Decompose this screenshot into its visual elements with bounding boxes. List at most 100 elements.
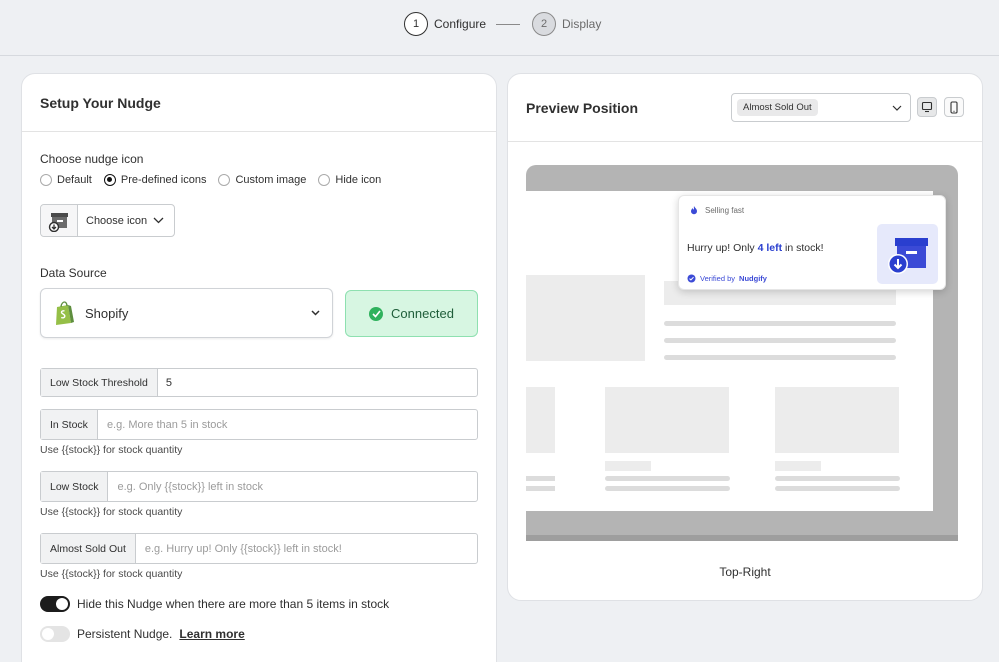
nudge-message-post: in stock! — [782, 242, 824, 254]
flame-icon — [691, 206, 697, 215]
connected-status-badge: Connected — [345, 290, 478, 337]
verified-text: Verified by — [700, 274, 736, 283]
connected-label: Connected — [391, 306, 454, 321]
data-source-label: Data Source — [40, 266, 107, 280]
shopify-icon — [56, 301, 74, 325]
step-display[interactable]: 2 Display — [532, 12, 601, 36]
check-circle-icon — [369, 306, 384, 321]
mobile-icon — [950, 100, 958, 114]
nudge-type-value: Almost Sold Out — [737, 99, 818, 116]
persistent-nudge-toggle[interactable] — [40, 626, 70, 642]
placeholder-line — [526, 486, 555, 491]
step-number: 2 — [532, 12, 556, 36]
placeholder-line — [526, 476, 555, 481]
icon-radio-group: Default Pre-defined icons Custom image H… — [40, 174, 381, 186]
field-prefix: In Stock — [41, 410, 98, 439]
nudge-verified: Verified by Nudgify — [687, 274, 767, 283]
setup-title: Setup Your Nudge — [40, 95, 161, 111]
placeholder-line — [664, 355, 896, 360]
nudge-eyebrow-text: Selling fast — [705, 205, 745, 215]
choose-icon-label: Choose icon — [86, 214, 148, 227]
low-stock-input[interactable]: e.g. Only {{stock}} left in stock — [108, 472, 477, 501]
almost-sold-out-input[interactable]: e.g. Hurry up! Only {{stock}} left in st… — [136, 534, 477, 563]
nudge-preview: Selling fast Hurry up! Only 4 left in st… — [678, 195, 946, 290]
choose-icon-dropdown[interactable]: Choose icon — [78, 205, 174, 236]
persistent-nudge-toggle-row: Persistent Nudge. Learn more — [40, 626, 245, 642]
placeholder-line — [775, 486, 900, 491]
hide-nudge-toggle-row: Hide this Nudge when there are more than… — [40, 596, 389, 612]
radio-dot[interactable] — [318, 174, 331, 186]
step-label: Display — [562, 17, 602, 31]
divider — [508, 141, 982, 142]
preview-card: Preview Position Almost Sold Out Selling… — [507, 73, 983, 601]
archive-download-icon — [877, 224, 938, 284]
mobile-view-button[interactable] — [944, 97, 964, 117]
low-stock-threshold-field: Low Stock Threshold 5 — [40, 368, 478, 397]
nudge-message-strong: 4 left — [757, 242, 783, 254]
radio-dot[interactable] — [103, 174, 116, 186]
chevron-down-icon — [153, 217, 164, 224]
position-label: Top-Right — [719, 565, 771, 579]
verified-badge-icon — [687, 274, 696, 283]
setup-card: Setup Your Nudge Choose nudge icon Defau… — [21, 73, 497, 662]
field-hint: Use {{stock}} for stock quantity — [40, 506, 183, 518]
radio-predefined-icons[interactable]: Pre-defined icons — [103, 174, 207, 186]
in-stock-field: In Stock e.g. More than 5 in stock — [40, 409, 478, 440]
persistent-nudge-label: Persistent Nudge. — [77, 627, 173, 641]
radio-dot[interactable] — [218, 174, 231, 186]
hide-nudge-toggle[interactable] — [40, 596, 70, 612]
placeholder-line — [605, 486, 730, 491]
nudge-message: Hurry up! Only 4 left in stock! — [687, 242, 824, 254]
mockup-base — [526, 535, 958, 541]
chevron-down-icon — [892, 105, 902, 111]
radio-label: Custom image — [235, 174, 307, 186]
nudge-type-select[interactable]: Almost Sold Out — [731, 93, 911, 122]
data-source-value: Shopify — [85, 305, 129, 321]
field-hint: Use {{stock}} for stock quantity — [40, 568, 183, 580]
radio-custom-image[interactable]: Custom image — [218, 174, 306, 186]
step-number: 1 — [404, 12, 428, 36]
placeholder-line — [605, 476, 730, 481]
learn-more-link[interactable]: Learn more — [179, 627, 244, 641]
field-hint: Use {{stock}} for stock quantity — [40, 444, 183, 456]
placeholder-card — [526, 387, 555, 453]
radio-label: Pre-defined icons — [120, 174, 207, 186]
radio-dot[interactable] — [40, 174, 52, 186]
step-label: Configure — [434, 17, 487, 31]
verified-brand: Nudgify — [739, 274, 767, 283]
placeholder-line — [775, 476, 900, 481]
desktop-view-button[interactable] — [917, 97, 937, 117]
radio-label: Hide icon — [335, 174, 382, 186]
icon-section-label: Choose nudge icon — [40, 152, 144, 166]
divider — [22, 131, 496, 132]
icon-picker[interactable]: Choose icon — [40, 204, 175, 237]
step-configure[interactable]: 1 Configure — [404, 12, 486, 36]
hide-nudge-label: Hide this Nudge when there are more than… — [77, 597, 390, 611]
low-stock-field: Low Stock e.g. Only {{stock}} left in st… — [40, 471, 478, 502]
placeholder-card — [605, 387, 729, 453]
nudge-eyebrow: Selling fast — [689, 205, 744, 215]
stepper: 1 Configure 2 Display — [0, 0, 999, 56]
in-stock-input[interactable]: e.g. More than 5 in stock — [98, 410, 477, 439]
field-prefix: Low Stock Threshold — [41, 369, 158, 396]
preview-title: Preview Position — [526, 100, 639, 116]
placeholder-card — [775, 387, 899, 453]
data-source-select[interactable]: Shopify — [40, 288, 333, 338]
radio-label: Default — [57, 174, 92, 186]
low-stock-threshold-input[interactable]: 5 — [158, 369, 477, 396]
placeholder-image — [526, 275, 645, 361]
placeholder-label — [605, 461, 651, 471]
almost-sold-out-field: Almost Sold Out e.g. Hurry up! Only {{st… — [40, 533, 478, 564]
radio-hide-icon[interactable]: Hide icon — [318, 174, 381, 186]
chevron-down-icon — [311, 310, 320, 316]
archive-download-icon — [41, 205, 78, 236]
placeholder-line — [664, 321, 896, 326]
radio-default[interactable]: Default — [40, 174, 92, 186]
placeholder-label — [775, 461, 821, 471]
step-connector — [496, 24, 520, 25]
field-prefix: Low Stock — [41, 472, 109, 501]
preview-mockup: Selling fast Hurry up! Only 4 left in st… — [526, 165, 958, 541]
placeholder-line — [664, 338, 896, 343]
nudge-message-pre: Hurry up! Only — [687, 242, 758, 254]
desktop-icon — [921, 101, 933, 113]
